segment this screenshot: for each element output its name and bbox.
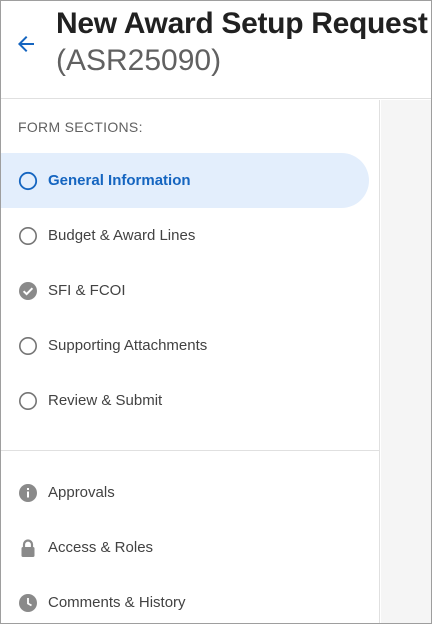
sidebar-divider [1,450,379,451]
sidebar-item-budget-award-lines[interactable]: Budget & Award Lines [1,208,369,263]
sidebar-item-access-roles[interactable]: Access & Roles [1,520,369,575]
circle-outline-icon [18,226,38,246]
sidebar-item-sfi-fcoi[interactable]: SFI & FCOI [1,263,369,318]
sidebar-item-label: Budget & Award Lines [48,227,196,244]
lock-icon [18,538,38,558]
sidebar-item-comments-history[interactable]: Comments & History [1,575,369,623]
sidebar-item-general-information[interactable]: General Information [1,153,369,208]
sidebar-item-label: Approvals [48,484,115,501]
sidebar-item-review-submit[interactable]: Review & Submit [1,373,369,428]
page-title: New Award Setup Request [56,7,428,40]
sidebar-item-label: General Information [48,172,191,189]
sidebar-item-supporting-attachments[interactable]: Supporting Attachments [1,318,369,373]
form-sections-sidebar: FORM SECTIONS: General Information Budge… [1,100,380,623]
sidebar-item-label: Review & Submit [48,392,163,409]
circle-outline-icon [18,171,38,191]
circle-outline-icon [18,391,38,411]
app-frame: New Award Setup Request (ASR25090) FORM … [0,0,432,624]
page-header: New Award Setup Request (ASR25090) [1,1,431,99]
arrow-left-icon [18,36,34,52]
circle-outline-icon [18,336,38,356]
main-content-area [381,100,431,623]
sidebar-item-label: Supporting Attachments [48,337,208,354]
check-circle-icon [18,281,38,301]
sidebar-item-label: Comments & History [48,594,186,611]
clock-icon [18,593,38,613]
sidebar-item-label: Access & Roles [48,539,154,556]
info-icon [18,483,38,503]
back-button[interactable] [13,31,39,57]
request-id: (ASR25090) [56,44,222,77]
sidebar-item-label: SFI & FCOI [48,282,126,299]
sidebar-item-approvals[interactable]: Approvals [1,465,369,520]
form-sections-heading: FORM SECTIONS: [18,119,143,135]
